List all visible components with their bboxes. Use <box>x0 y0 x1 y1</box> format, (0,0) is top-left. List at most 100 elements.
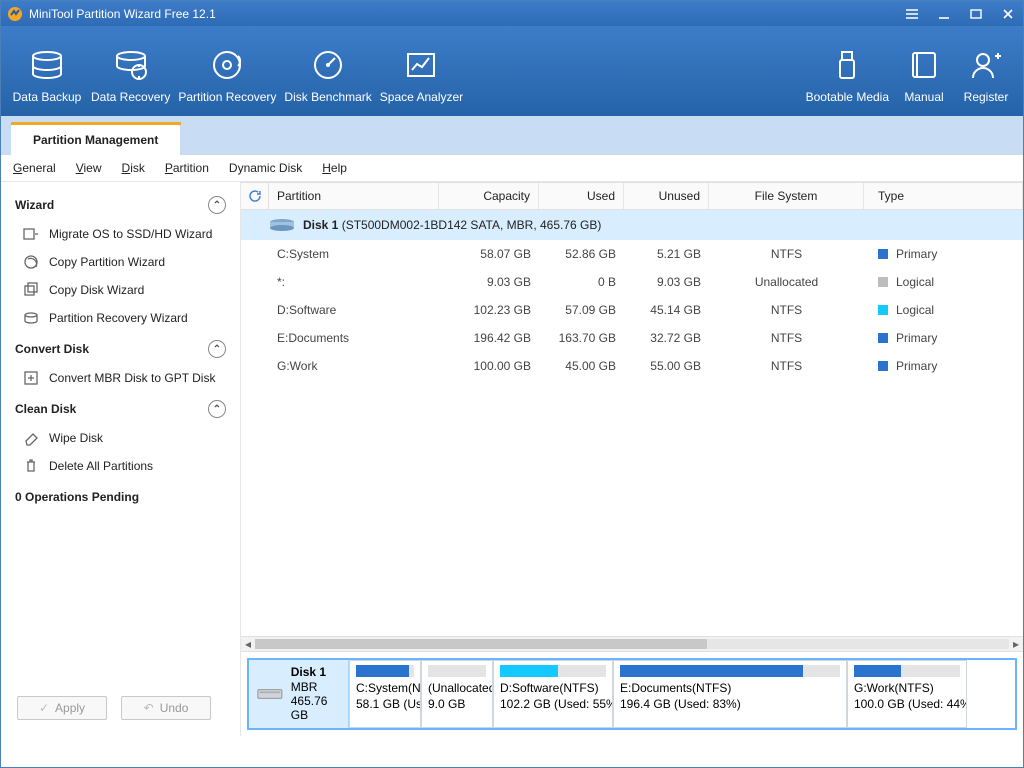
toolbar-label: Bootable Media <box>806 90 889 104</box>
toolbar-label: Manual <box>904 90 943 104</box>
drive-icon <box>269 218 295 232</box>
horizontal-scrollbar[interactable]: ◂ ▸ <box>241 636 1023 652</box>
scroll-left-icon[interactable]: ◂ <box>241 637 255 651</box>
toolbar-space-analyzer[interactable]: Space Analyzer <box>376 48 467 104</box>
cell-type: Primary <box>864 331 1023 345</box>
cell-filesystem: NTFS <box>709 303 864 317</box>
book-icon <box>907 48 941 82</box>
diskmap-segment[interactable]: E:Documents(NTFS)196.4 GB (Used: 83%) <box>613 660 847 728</box>
segment-sub: 58.1 GB (Used: 91%) <box>356 697 414 711</box>
sidebar-item-migrate-os-to-ssd-hd-wizard[interactable]: Migrate OS to SSD/HD Wizard <box>1 220 240 248</box>
cell-type: Logical <box>864 303 1023 317</box>
sidebar-item-label: Partition Recovery Wizard <box>49 311 188 325</box>
toolbar-data-backup[interactable]: Data Backup <box>7 48 87 104</box>
chart-icon <box>404 48 438 82</box>
app-logo-icon <box>7 6 23 22</box>
diskmap-segment[interactable]: C:System(NTFS)58.1 GB (Used: 91%) <box>349 660 421 728</box>
toolbar-disk-benchmark[interactable]: Disk Benchmark <box>280 48 375 104</box>
disk-map-header[interactable]: Disk 1 MBR 465.76 GB <box>249 660 349 728</box>
tab-partition-management[interactable]: Partition Management <box>11 125 180 155</box>
toolbar-partition-recovery[interactable]: Partition Recovery <box>174 48 280 104</box>
close-button[interactable] <box>999 5 1017 23</box>
recovery-icon <box>23 310 39 326</box>
cell-unused: 32.72 GB <box>624 331 709 345</box>
sidebar-item-convert-mbr-disk-to-gpt-disk[interactable]: Convert MBR Disk to GPT Disk <box>1 364 240 392</box>
copy-disk-icon <box>23 282 39 298</box>
menu-bar: General View Disk Partition Dynamic Disk Help <box>1 155 1023 182</box>
partition-grid-area: Partition Capacity Used Unused File Syst… <box>241 182 1023 736</box>
sidebar-group-clean-disk[interactable]: Clean Disk⌃ <box>1 392 240 424</box>
cell-filesystem: Unallocated <box>709 275 864 289</box>
title-bar: MiniTool Partition Wizard Free 12.1 <box>1 1 1023 26</box>
cell-partition: E:Documents <box>269 331 439 345</box>
menu-partition[interactable]: Partition <box>165 161 209 175</box>
cell-unused: 5.21 GB <box>624 247 709 261</box>
refresh-button[interactable] <box>241 183 269 209</box>
toolbar-bootable-media[interactable]: Bootable Media <box>802 48 893 104</box>
disk-header-row[interactable]: Disk 1 (ST500DM002-1BD142 SATA, MBR, 465… <box>241 210 1023 240</box>
sidebar-item-label: Delete All Partitions <box>49 459 153 473</box>
partition-row[interactable]: E:Documents196.42 GB163.70 GB32.72 GBNTF… <box>241 324 1023 352</box>
grid-header: Partition Capacity Used Unused File Syst… <box>241 182 1023 210</box>
menu-general[interactable]: General <box>13 161 56 175</box>
cell-capacity: 58.07 GB <box>439 247 539 261</box>
hamburger-icon[interactable] <box>903 5 921 23</box>
maximize-button[interactable] <box>967 5 985 23</box>
convert-icon <box>23 370 39 386</box>
diskmap-segment[interactable]: D:Software(NTFS)102.2 GB (Used: 55%) <box>493 660 613 728</box>
cell-partition: D:Software <box>269 303 439 317</box>
sidebar-group-wizard[interactable]: Wizard⌃ <box>1 188 240 220</box>
cell-partition: C:System <box>269 247 439 261</box>
cell-partition: G:Work <box>269 359 439 373</box>
col-partition[interactable]: Partition <box>269 183 439 209</box>
cell-used: 52.86 GB <box>539 247 624 261</box>
cell-type: Logical <box>864 275 1023 289</box>
cell-unused: 9.03 GB <box>624 275 709 289</box>
scroll-right-icon[interactable]: ▸ <box>1009 637 1023 651</box>
partition-row[interactable]: G:Work100.00 GB45.00 GB55.00 GBNTFSPrima… <box>241 352 1023 380</box>
toolbar-manual[interactable]: Manual <box>893 48 955 104</box>
sidebar-item-label: Copy Partition Wizard <box>49 255 165 269</box>
drive-icon <box>257 685 283 703</box>
menu-disk[interactable]: Disk <box>122 161 145 175</box>
partition-row[interactable]: D:Software102.23 GB57.09 GB45.14 GBNTFSL… <box>241 296 1023 324</box>
toolbar-register[interactable]: Register <box>955 48 1017 104</box>
main-toolbar: Data BackupData RecoveryPartition Recove… <box>1 26 1023 116</box>
diskmap-segment[interactable]: (Unallocated)9.0 GB <box>421 660 493 728</box>
col-used[interactable]: Used <box>539 183 624 209</box>
toolbar-label: Space Analyzer <box>380 90 463 104</box>
menu-view[interactable]: View <box>76 161 102 175</box>
segment-sub: 196.4 GB (Used: 83%) <box>620 697 840 711</box>
sidebar-item-delete-all-partitions[interactable]: Delete All Partitions <box>1 452 240 480</box>
migrate-icon <box>23 226 39 242</box>
menu-dynamic-disk[interactable]: Dynamic Disk <box>229 161 302 175</box>
toolbar-label: Disk Benchmark <box>284 90 371 104</box>
col-unused[interactable]: Unused <box>624 183 709 209</box>
sidebar-item-copy-partition-wizard[interactable]: Copy Partition Wizard <box>1 248 240 276</box>
menu-help[interactable]: Help <box>322 161 347 175</box>
col-capacity[interactable]: Capacity <box>439 183 539 209</box>
sidebar-item-partition-recovery-wizard[interactable]: Partition Recovery Wizard <box>1 304 240 332</box>
partition-row[interactable]: C:System58.07 GB52.86 GB5.21 GBNTFSPrima… <box>241 240 1023 268</box>
eraser-icon <box>23 430 39 446</box>
diskmap-segment[interactable]: G:Work(NTFS)100.0 GB (Used: 44%) <box>847 660 967 728</box>
col-type[interactable]: Type <box>864 183 1023 209</box>
partition-row[interactable]: *:9.03 GB0 B9.03 GBUnallocatedLogical <box>241 268 1023 296</box>
toolbar-data-recovery[interactable]: Data Recovery <box>87 48 174 104</box>
col-filesystem[interactable]: File System <box>709 183 864 209</box>
operations-pending: 0 Operations Pending <box>1 480 240 514</box>
cell-capacity: 102.23 GB <box>439 303 539 317</box>
sidebar-item-wipe-disk[interactable]: Wipe Disk <box>1 424 240 452</box>
stacked-disks-refresh-icon <box>114 48 148 82</box>
sidebar-item-copy-disk-wizard[interactable]: Copy Disk Wizard <box>1 276 240 304</box>
segment-title: D:Software(NTFS) <box>500 681 606 695</box>
sidebar-group-convert-disk[interactable]: Convert Disk⌃ <box>1 332 240 364</box>
cell-used: 45.00 GB <box>539 359 624 373</box>
minimize-button[interactable] <box>935 5 953 23</box>
cell-filesystem: NTFS <box>709 331 864 345</box>
chevron-up-icon: ⌃ <box>208 340 226 358</box>
undo-button[interactable]: ↶Undo <box>121 696 211 720</box>
user-plus-icon <box>969 48 1003 82</box>
apply-button[interactable]: ✓Apply <box>17 696 107 720</box>
sidebar-item-label: Copy Disk Wizard <box>49 283 144 297</box>
